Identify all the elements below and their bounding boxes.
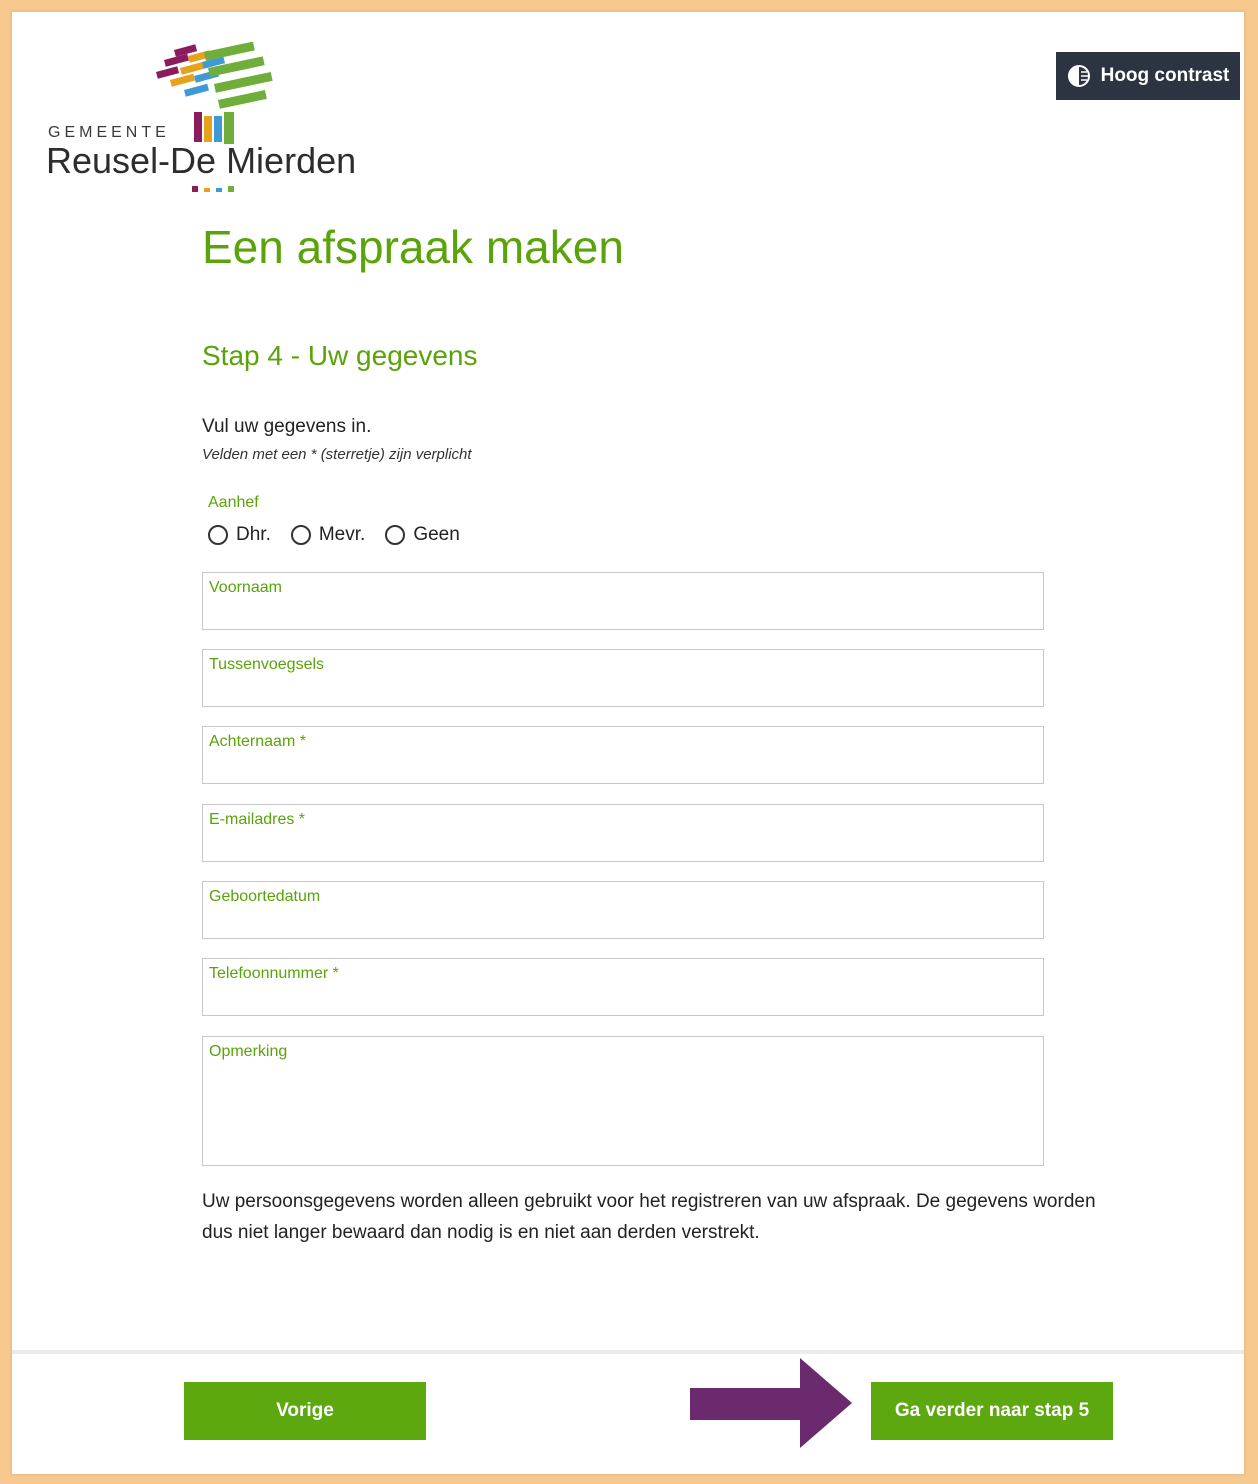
telefoonnummer-label: Telefoonnummer * — [209, 965, 339, 982]
step-title: Stap 4 - Uw gegevens — [202, 340, 478, 371]
email-label: E-mailadres * — [209, 811, 306, 828]
high-contrast-label: Hoog contrast — [1100, 65, 1230, 86]
radio-mevr[interactable]: Mevr. — [290, 524, 366, 546]
opmerking-field[interactable]: Opmerking — [202, 1036, 1044, 1166]
radio-dhr-circle[interactable] — [208, 525, 228, 545]
page-title: Een afspraak maken — [202, 221, 624, 273]
tussenvoegsels-field[interactable]: Tussenvoegsels — [202, 649, 1044, 707]
geboortedatum-field[interactable]: Geboortedatum — [202, 881, 1044, 939]
page-frame: GEMEENTE Reusel-De Mierden Hoog contrast… — [10, 10, 1246, 1476]
email-field[interactable]: E-mailadres * — [202, 804, 1044, 862]
previous-button[interactable]: Vorige — [184, 1382, 426, 1440]
radio-dhr[interactable]: Dhr. — [208, 524, 271, 546]
high-contrast-button[interactable]: Hoog contrast — [1056, 52, 1240, 100]
logo-name-text: Reusel-De Mierden — [46, 140, 357, 181]
arrow-right-icon — [690, 1358, 852, 1448]
next-step-button[interactable]: Ga verder naar stap 5 — [871, 1382, 1113, 1440]
municipality-logo[interactable]: GEMEENTE Reusel-De Mierden — [46, 42, 408, 212]
radio-mevr-label: Mevr. — [318, 524, 366, 545]
achternaam-field[interactable]: Achternaam * — [202, 726, 1044, 784]
privacy-text: Uw persoonsgegevens worden alleen gebrui… — [202, 1191, 1096, 1243]
radio-geen-circle[interactable] — [385, 525, 406, 545]
geboortedatum-label: Geboortedatum — [209, 888, 321, 905]
intro-text: Vul uw gegevens in. — [202, 416, 372, 437]
radio-dhr-label: Dhr. — [236, 524, 271, 545]
voornaam-label: Voornaam — [209, 579, 282, 596]
contrast-icon — [1067, 65, 1090, 87]
aanhef-radio-group: Dhr. Mevr. Geen — [208, 524, 460, 546]
achternaam-label: Achternaam * — [209, 733, 306, 750]
required-note: Velden met een * (sterretje) zijn verpli… — [202, 446, 472, 463]
radio-mevr-circle[interactable] — [290, 525, 311, 545]
tussenvoegsels-label: Tussenvoegsels — [209, 656, 325, 673]
telefoonnummer-field[interactable]: Telefoonnummer * — [202, 958, 1044, 1016]
radio-geen[interactable]: Geen — [385, 524, 460, 546]
opmerking-label: Opmerking — [209, 1043, 288, 1060]
aanhef-label: Aanhef — [208, 494, 259, 511]
voornaam-field[interactable]: Voornaam — [202, 572, 1044, 630]
radio-geen-label: Geen — [413, 524, 460, 545]
